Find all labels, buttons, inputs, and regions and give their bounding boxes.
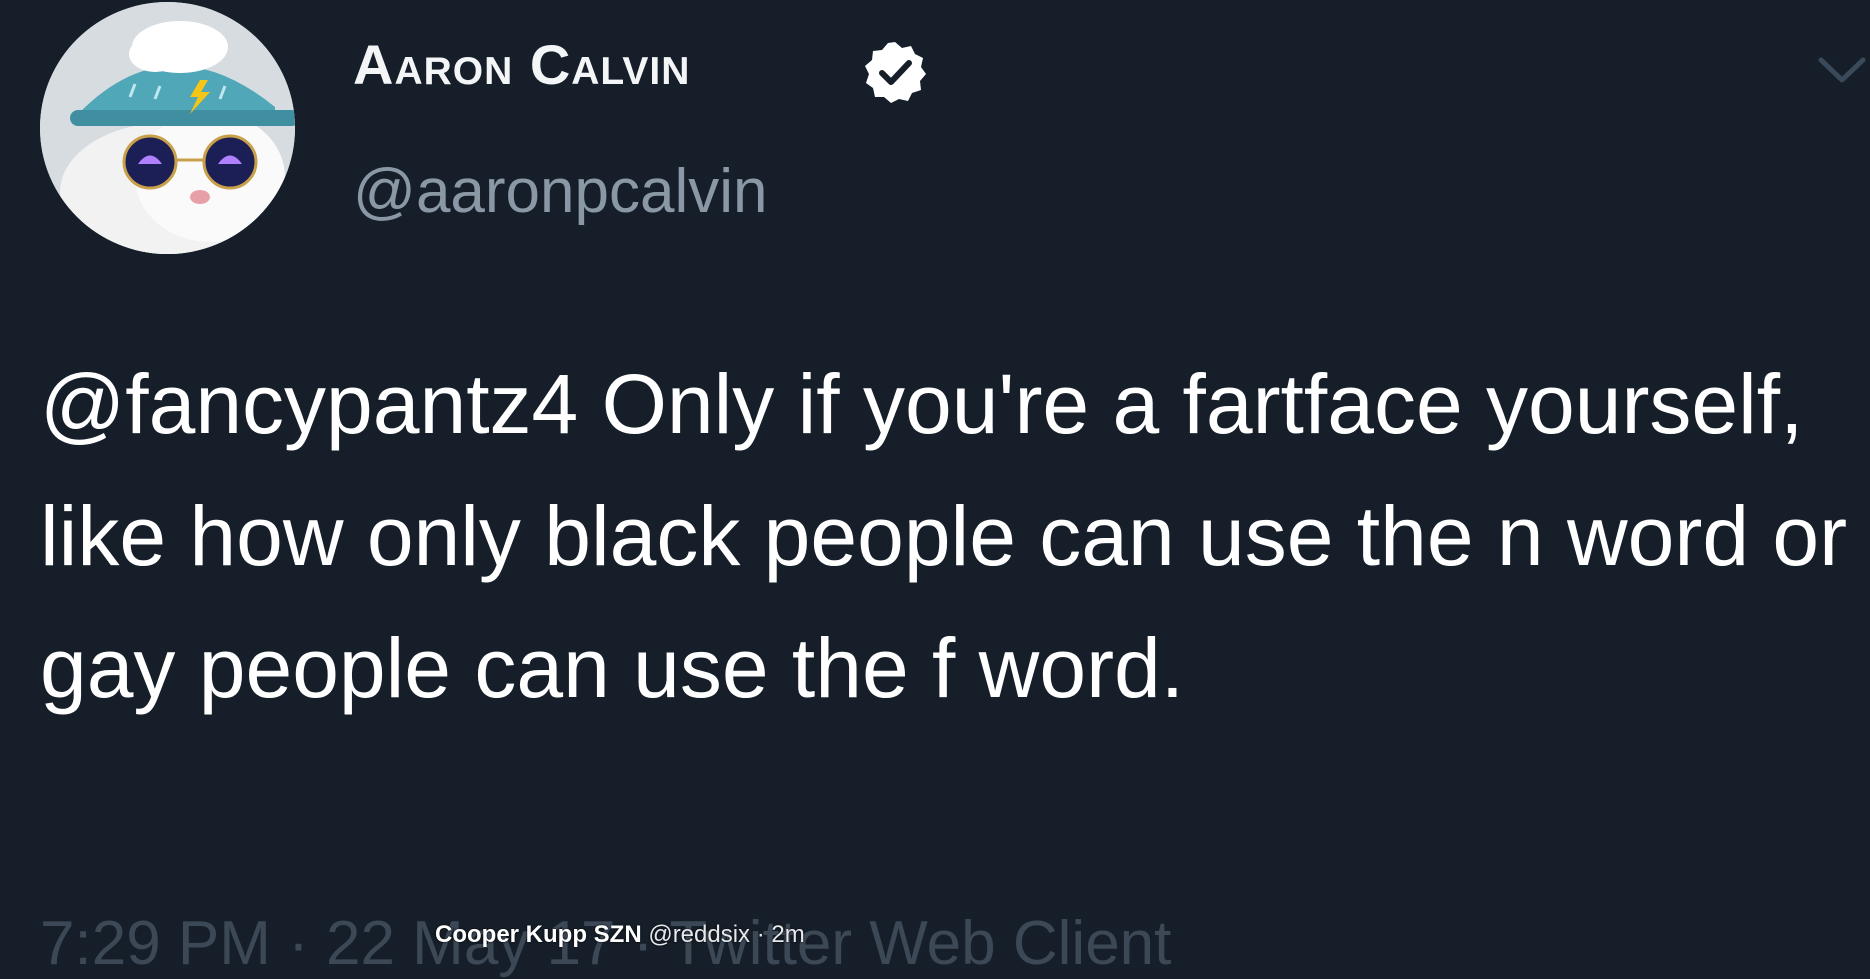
overlay-handle[interactable]: @reddsix	[648, 921, 750, 948]
retweeter-overlay: Cooper Kupp SZN @reddsix · 2m	[435, 921, 805, 949]
chevron-down-icon[interactable]	[1815, 46, 1870, 91]
tweet-text: @fancypantz4 Only if you're a fartface y…	[40, 357, 1848, 715]
user-handle[interactable]: @aaronpcalvin	[353, 156, 768, 227]
cat-avatar-icon	[40, 2, 295, 254]
overlay-name[interactable]: Cooper Kupp SZN	[435, 921, 642, 948]
display-name[interactable]: Aaron Calvin	[353, 32, 690, 97]
overlay-time: · 2m	[756, 921, 805, 948]
verified-badge-icon	[865, 42, 926, 103]
profile-avatar[interactable]	[40, 2, 295, 254]
